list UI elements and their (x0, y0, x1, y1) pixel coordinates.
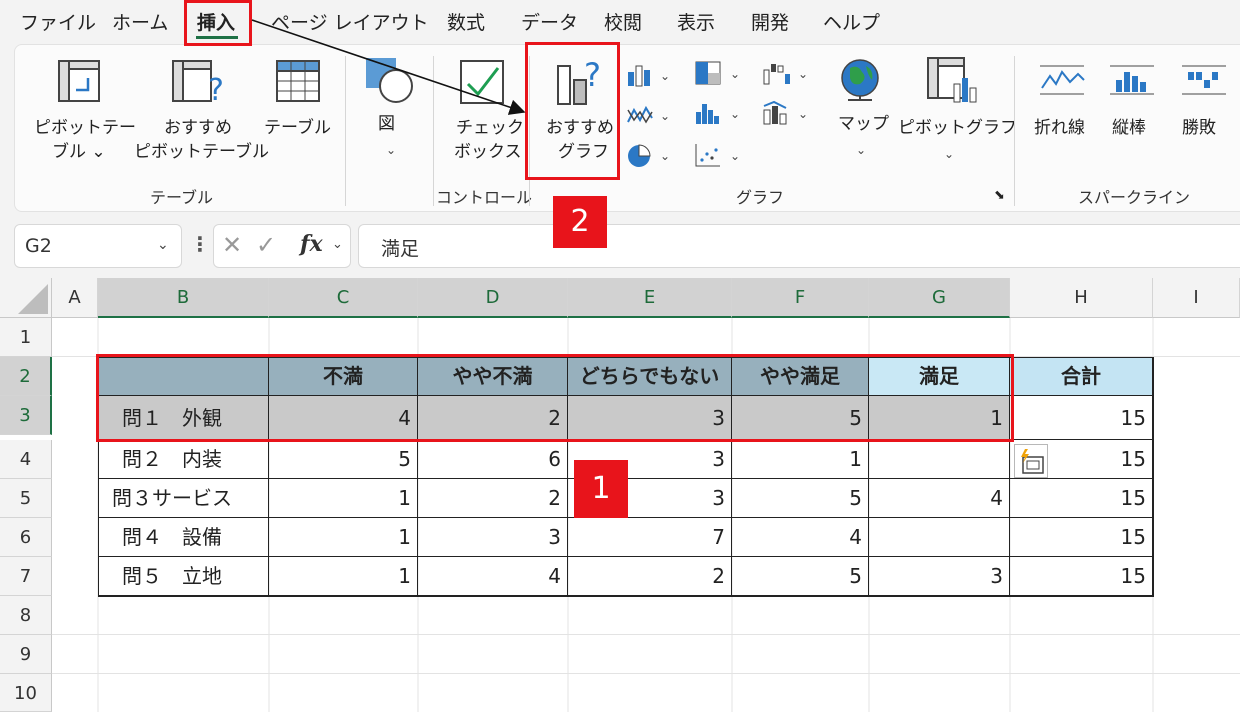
step-badge-1: 1 (574, 460, 628, 518)
step-badge-2: 2 (553, 196, 607, 248)
annotation-arrow (251, 19, 526, 115)
